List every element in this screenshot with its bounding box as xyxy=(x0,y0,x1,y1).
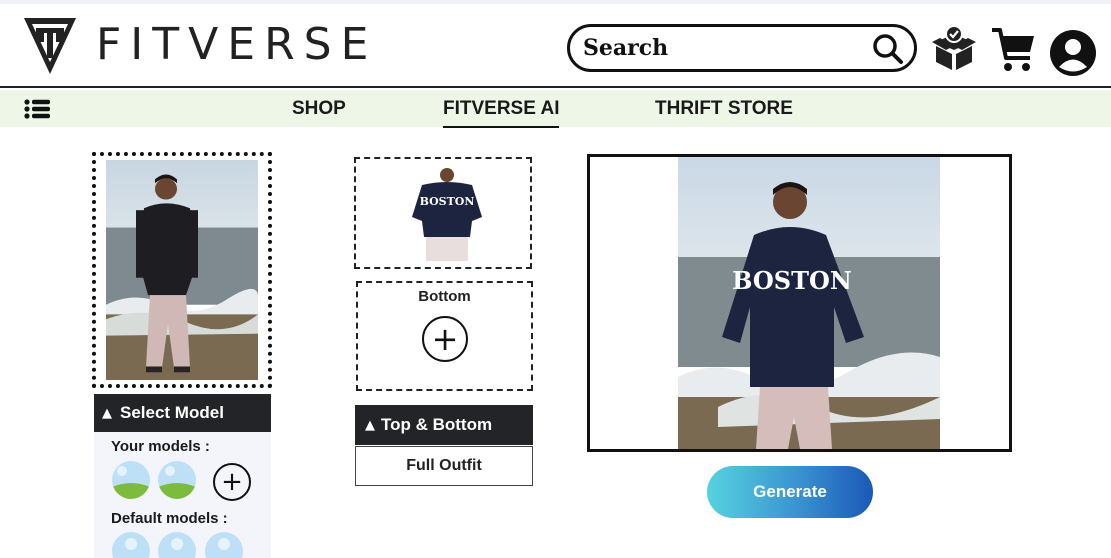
top-garment-print: BOSTON xyxy=(420,195,475,208)
top-garment-image: BOSTON xyxy=(412,168,482,261)
generate-button[interactable]: Generate xyxy=(707,466,873,518)
nav-shop[interactable]: SHOP xyxy=(292,90,346,127)
top-garment-slot[interactable]: BOSTON xyxy=(354,157,532,269)
select-model-dropdown[interactable]: ▲ Select Model xyxy=(94,394,271,432)
add-model-button[interactable]: + xyxy=(213,463,251,501)
search-bar[interactable]: Search xyxy=(567,24,917,72)
search-icon[interactable] xyxy=(872,33,904,65)
brand-name: FITVERSE xyxy=(96,19,378,70)
select-model-label: Select Model xyxy=(120,403,224,422)
caret-up-icon: ▲ xyxy=(102,405,112,421)
nav-fitverse-ai[interactable]: FITVERSE AI xyxy=(443,90,560,128)
full-outfit-option[interactable]: Full Outfit xyxy=(355,446,533,486)
default-models-heading: Default models : xyxy=(111,510,228,527)
your-models-heading: Your models : xyxy=(111,438,210,455)
cart-icon[interactable] xyxy=(990,26,1038,74)
selected-model-frame[interactable] xyxy=(92,152,272,388)
generated-result-photo: BOSTON xyxy=(678,157,940,449)
nav-thrift-store[interactable]: THRIFT STORE xyxy=(655,90,793,127)
result-preview: BOSTON xyxy=(587,154,1012,452)
add-bottom-button[interactable]: + xyxy=(422,316,468,362)
site-header: FITVERSE Search xyxy=(0,4,1111,88)
default-model-thumb[interactable] xyxy=(205,532,243,558)
search-placeholder: Search xyxy=(583,35,669,61)
result-shirt-print: BOSTON xyxy=(732,266,852,295)
bottom-label: Bottom xyxy=(418,288,471,305)
outfit-type-dropdown[interactable]: ▲ Top & Bottom xyxy=(355,405,533,445)
your-model-thumb[interactable] xyxy=(112,461,150,499)
models-panel: Your models : + Default models : xyxy=(94,432,271,558)
your-model-thumb[interactable] xyxy=(158,461,196,499)
fitverse-logo-icon xyxy=(24,18,76,74)
box-check-icon[interactable] xyxy=(930,24,978,72)
logo[interactable]: FITVERSE xyxy=(22,14,377,76)
bottom-garment-slot[interactable]: Bottom + xyxy=(356,281,533,391)
outfit-type-label: Top & Bottom xyxy=(381,415,493,434)
default-model-thumb[interactable] xyxy=(158,532,196,558)
main-nav: SHOP FITVERSE AI THRIFT STORE xyxy=(0,90,1111,128)
caret-up-icon: ▲ xyxy=(365,417,375,433)
user-icon[interactable] xyxy=(1048,28,1098,78)
default-model-thumb[interactable] xyxy=(112,532,150,558)
model-photo xyxy=(106,160,258,380)
menu-list-icon[interactable] xyxy=(24,99,50,119)
